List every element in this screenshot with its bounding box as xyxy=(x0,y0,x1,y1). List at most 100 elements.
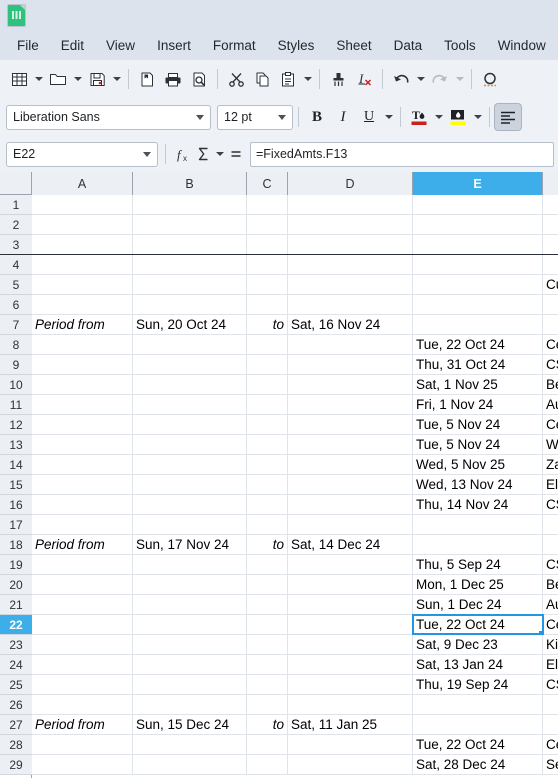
open-file-icon[interactable] xyxy=(45,66,71,92)
cell-E14[interactable]: Wed, 5 Nov 25 xyxy=(413,455,543,474)
cell-B9[interactable] xyxy=(133,355,247,374)
menu-tools[interactable]: Tools xyxy=(433,35,487,56)
cell-F4[interactable] xyxy=(543,255,558,274)
row-header-20[interactable]: 20 xyxy=(0,575,32,595)
cell-A2[interactable] xyxy=(32,215,133,234)
cell-B11[interactable] xyxy=(133,395,247,414)
cell-E4[interactable] xyxy=(413,255,543,274)
cell-F16[interactable]: CS xyxy=(543,495,558,514)
cell-E21[interactable]: Sun, 1 Dec 24 xyxy=(413,595,543,614)
cell-E22[interactable]: Tue, 22 Oct 24 xyxy=(412,614,544,635)
cell-F5[interactable]: Cu xyxy=(543,275,558,294)
cell-E2[interactable] xyxy=(413,215,543,234)
cell-E18[interactable] xyxy=(413,535,543,554)
cell-C20[interactable] xyxy=(247,575,288,594)
new-document-dropdown-icon[interactable] xyxy=(32,66,45,92)
cell-D18[interactable]: Sat, 14 Dec 24 xyxy=(288,535,413,554)
cell-B14[interactable] xyxy=(133,455,247,474)
cell-B1[interactable] xyxy=(133,195,247,214)
cell-F13[interactable]: W xyxy=(543,435,558,454)
cell-D1[interactable] xyxy=(288,195,413,214)
cell-A8[interactable] xyxy=(32,335,133,354)
cell-A3[interactable] xyxy=(32,235,133,254)
highlight-color-icon[interactable] xyxy=(445,104,471,130)
cell-F2[interactable] xyxy=(543,215,558,234)
cell-D7[interactable]: Sat, 16 Nov 24 xyxy=(288,315,413,334)
cell-C29[interactable] xyxy=(247,755,288,774)
cell-B6[interactable] xyxy=(133,295,247,314)
cell-A24[interactable] xyxy=(32,655,133,674)
row-header-14[interactable]: 14 xyxy=(0,455,32,475)
row-header-12[interactable]: 12 xyxy=(0,415,32,435)
name-box[interactable]: E22 xyxy=(6,141,158,167)
cell-A29[interactable] xyxy=(32,755,133,774)
cell-A6[interactable] xyxy=(32,295,133,314)
cell-B20[interactable] xyxy=(133,575,247,594)
cell-A14[interactable] xyxy=(32,455,133,474)
row-header-24[interactable]: 24 xyxy=(0,655,32,675)
cell-E17[interactable] xyxy=(413,515,543,534)
cell-A23[interactable] xyxy=(32,635,133,654)
cell-B7[interactable]: Sun, 20 Oct 24 xyxy=(133,315,247,334)
cell-F6[interactable] xyxy=(543,295,558,314)
cell-C28[interactable] xyxy=(247,735,288,754)
cell-B12[interactable] xyxy=(133,415,247,434)
row-header-1[interactable]: 1 xyxy=(0,195,32,215)
cell-A7[interactable]: Period from xyxy=(32,315,133,334)
cell-F20[interactable]: Be xyxy=(543,575,558,594)
menu-file[interactable]: File xyxy=(6,35,50,56)
column-header-d[interactable]: D xyxy=(288,172,413,195)
cell-F15[interactable]: El xyxy=(543,475,558,494)
cell-B2[interactable] xyxy=(133,215,247,234)
cell-E20[interactable]: Mon, 1 Dec 25 xyxy=(413,575,543,594)
cell-B25[interactable] xyxy=(133,675,247,694)
cell-F11[interactable]: Au xyxy=(543,395,558,414)
cell-D21[interactable] xyxy=(288,595,413,614)
cell-D2[interactable] xyxy=(288,215,413,234)
undo-dropdown-icon[interactable] xyxy=(414,66,427,92)
cell-F1[interactable] xyxy=(543,195,558,214)
cell-C6[interactable] xyxy=(247,295,288,314)
menu-styles[interactable]: Styles xyxy=(267,35,326,56)
cell-D26[interactable] xyxy=(288,695,413,714)
print-preview-icon[interactable] xyxy=(186,66,212,92)
cell-D10[interactable] xyxy=(288,375,413,394)
cell-E15[interactable]: Wed, 13 Nov 24 xyxy=(413,475,543,494)
cell-B3[interactable] xyxy=(133,235,247,254)
cell-F27[interactable] xyxy=(543,715,558,734)
cell-E27[interactable] xyxy=(413,715,543,734)
redo-dropdown-icon[interactable] xyxy=(453,66,466,92)
undo-icon[interactable] xyxy=(388,66,414,92)
function-wizard-icon[interactable]: fx xyxy=(173,141,193,167)
cell-E13[interactable]: Tue, 5 Nov 24 xyxy=(413,435,543,454)
font-name-combobox[interactable]: Liberation Sans xyxy=(6,104,211,130)
cell-A9[interactable] xyxy=(32,355,133,374)
cut-icon[interactable] xyxy=(223,66,249,92)
cell-A25[interactable] xyxy=(32,675,133,694)
find-replace-icon[interactable] xyxy=(477,66,503,92)
cell-C27[interactable]: to xyxy=(247,715,288,734)
cell-F17[interactable] xyxy=(543,515,558,534)
row-header-23[interactable]: 23 xyxy=(0,635,32,655)
open-file-dropdown-icon[interactable] xyxy=(71,66,84,92)
cell-F14[interactable]: Za xyxy=(543,455,558,474)
cell-B27[interactable]: Sun, 15 Dec 24 xyxy=(133,715,247,734)
cell-F10[interactable]: Be xyxy=(543,375,558,394)
row-header-17[interactable]: 17 xyxy=(0,515,32,535)
cell-E23[interactable]: Sat, 9 Dec 23 xyxy=(413,635,543,654)
save-icon[interactable] xyxy=(84,66,110,92)
cell-E29[interactable]: Sat, 28 Dec 24 xyxy=(413,755,543,774)
cell-B15[interactable] xyxy=(133,475,247,494)
menu-sheet[interactable]: Sheet xyxy=(325,35,382,56)
cell-D16[interactable] xyxy=(288,495,413,514)
cell-F26[interactable] xyxy=(543,695,558,714)
cell-E1[interactable] xyxy=(413,195,543,214)
cell-B17[interactable] xyxy=(133,515,247,534)
menu-window[interactable]: Window xyxy=(487,35,557,56)
cell-C5[interactable] xyxy=(247,275,288,294)
column-header-f[interactable]: F xyxy=(543,172,558,195)
cell-F29[interactable]: Se xyxy=(543,755,558,774)
row-header-21[interactable]: 21 xyxy=(0,595,32,615)
cell-B26[interactable] xyxy=(133,695,247,714)
sum-dropdown-icon[interactable] xyxy=(213,141,226,167)
